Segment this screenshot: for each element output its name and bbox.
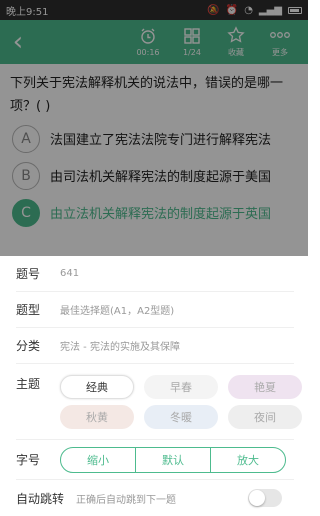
category-row: 分类 宪法 - 宪法的实施及其保障: [16, 328, 294, 364]
theme-winter[interactable]: 冬暖: [144, 404, 218, 429]
number-label: 题号: [16, 267, 41, 281]
theme-label: 主题: [16, 377, 41, 391]
font-larger-button[interactable]: 放大: [211, 448, 285, 472]
theme-spring[interactable]: 早春: [144, 374, 218, 399]
theme-night[interactable]: 夜间: [228, 404, 302, 429]
font-size-label: 字号: [16, 453, 41, 467]
category-value: 宪法 - 宪法的实施及其保障: [60, 342, 180, 353]
type-label: 题型: [16, 303, 41, 317]
type-row: 题型 最佳选择题(A1，A2型题): [16, 292, 294, 328]
theme-classic[interactable]: 经典: [60, 374, 134, 399]
theme-summer[interactable]: 艳夏: [228, 374, 302, 399]
number-value: 641: [60, 268, 80, 279]
font-size-selector: 缩小 默认 放大: [60, 446, 286, 473]
font-default-button[interactable]: 默认: [136, 447, 211, 472]
theme-row: 主题 经典 早春 艳夏 秋黄 冬暖 夜间: [16, 364, 302, 440]
autojump-hint: 正确后自动跳到下一题: [76, 494, 176, 506]
font-smaller-button[interactable]: 缩小: [61, 447, 136, 472]
autojump-row: 自动跳转 正确后自动跳到下一题: [16, 480, 294, 516]
dim-overlay[interactable]: [0, 0, 308, 296]
theme-autumn[interactable]: 秋黄: [60, 404, 134, 429]
settings-sheet: 题号 641 题型 最佳选择题(A1，A2型题) 分类 宪法 - 宪法的实施及其…: [0, 256, 308, 516]
type-value: 最佳选择题(A1，A2型题): [60, 306, 175, 317]
autojump-toggle[interactable]: [248, 489, 282, 507]
font-size-row: 字号 缩小 默认 放大: [16, 440, 294, 480]
category-label: 分类: [16, 339, 41, 353]
autojump-label: 自动跳转: [16, 491, 65, 506]
number-row: 题号 641: [16, 256, 294, 292]
theme-options: 经典 早春 艳夏 秋黄 冬暖 夜间: [60, 367, 302, 437]
